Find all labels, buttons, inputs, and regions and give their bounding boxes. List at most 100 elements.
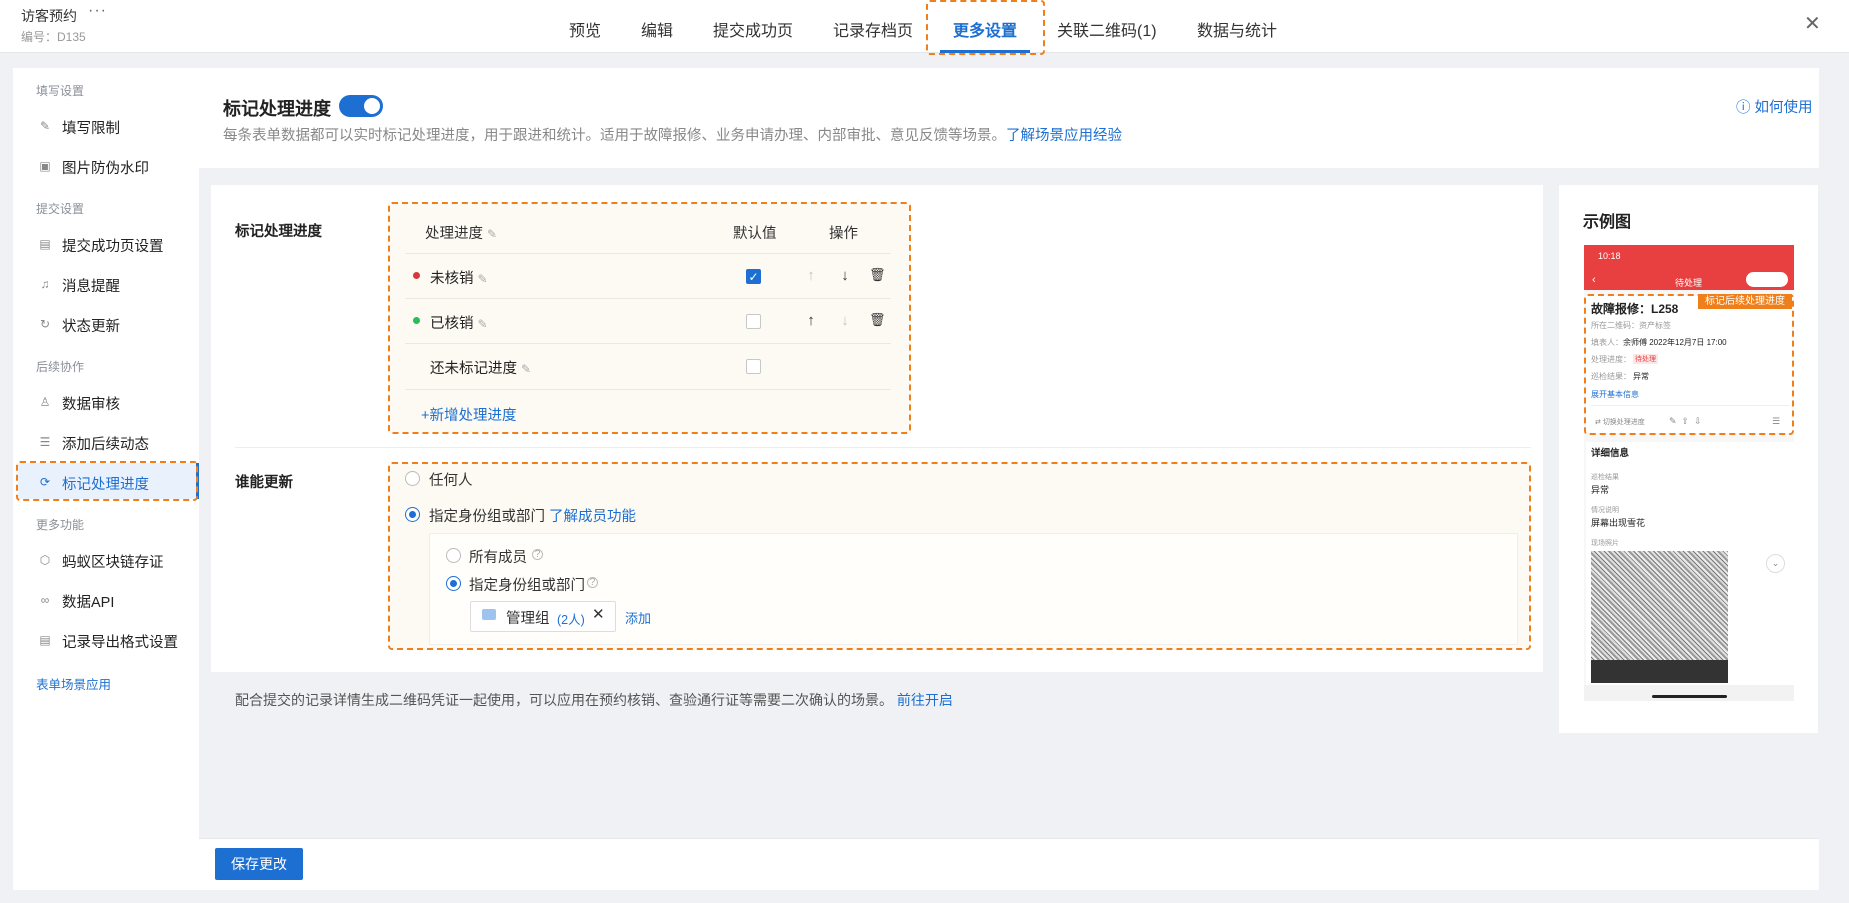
tab-edit[interactable]: 编辑 [641,17,673,41]
phone-time: 10:18 [1598,251,1621,261]
row-divider [405,343,891,344]
sidebar-item-export-format[interactable]: 记录导出格式设置 [62,631,178,652]
edit-icon: ✎ [39,119,51,133]
tab-record-archive[interactable]: 记录存档页 [833,17,913,41]
more-icon[interactable]: ··· [88,2,107,20]
pencil-icon[interactable]: ✎ [487,227,497,241]
sidebar-group-collab: 后续协作 [36,360,85,374]
sidebar-item-followup[interactable]: 添加后续动态 [62,433,149,454]
preview-result-label: 巡检结果： [1591,372,1631,381]
go-enable-link[interactable]: 前往开启 [897,692,953,708]
preview-card-title: 故障报修：L258 [1591,302,1679,316]
add-progress-button[interactable]: +新增处理进度 [421,404,516,425]
progress-row-name: 未核销 ✎ [430,271,488,287]
folder-icon [482,609,496,620]
sidebar-item-blockchain[interactable]: 蚂蚁区块链存证 [62,551,164,572]
page-icon: ▤ [39,237,51,251]
app-code: 编号：D135 [21,30,86,44]
sidebar-group-more: 更多功能 [36,518,85,532]
preview-f1-label: 巡检结果 [1591,474,1619,481]
sidebar-item-success-page[interactable]: 提交成功页设置 [62,235,164,256]
sidebar-item-api[interactable]: 数据API [62,591,114,612]
tab-preview[interactable]: 预览 [569,17,601,41]
tab-more-settings[interactable]: 更多设置 [953,17,1017,41]
sidebar-item-data-review[interactable]: 数据审核 [62,393,120,414]
image-icon: ▣ [39,159,51,173]
home-indicator [1652,695,1727,698]
trash-icon[interactable]: 🗑 [869,312,886,328]
learn-member-link[interactable]: 了解成员功能 [549,509,636,525]
preview-f3-label: 现场照片 [1591,540,1619,547]
preview-badge: 标记后续处理进度 [1698,294,1792,309]
default-checkbox[interactable]: ✓ [746,269,761,284]
bottom-bar [199,838,1819,890]
preview-filler: 填表人：余师傅 2022年12月7日 17:00 [1591,338,1727,347]
close-icon[interactable]: ✕ [1804,11,1821,36]
who-label: 谁能更新 [235,475,293,491]
app-title: 访客预约 [21,8,77,24]
group-tag-name: 管理组 [506,611,550,627]
page-title: 标记处理进度 [223,99,331,119]
save-button[interactable]: 保存更改 [215,848,303,880]
pencil-icon[interactable]: ✎ [478,317,488,331]
move-up-icon: ↑ [807,267,815,284]
sidebar-item-watermark[interactable]: 图片防伪水印 [62,157,149,178]
page-description: 每条表单数据都可以实时标记处理进度，用于跟进和统计。适用于故障报修、业务申请办理… [223,128,1122,144]
help-link[interactable]: ⓘ 如何使用 [1736,96,1813,117]
move-down-icon[interactable]: ↓ [837,267,853,284]
move-up-icon[interactable]: ↑ [803,312,819,329]
user-icon: ♙ [39,395,51,409]
tab-submit-success[interactable]: 提交成功页 [713,17,793,41]
bell-icon: ♫ [40,277,50,291]
sidebar-item-progress[interactable]: 标记处理进度 [62,473,149,494]
scene-experience-link[interactable]: 了解场景应用经验 [1006,128,1122,144]
sidebar-scene-link[interactable]: 表单场景应用 [36,674,111,693]
status-dot-green [413,317,420,324]
pencil-icon[interactable]: ✎ [521,362,531,376]
back-icon: ‹ [1592,274,1596,286]
phone-bottom [1584,685,1794,701]
sidebar-group-submit: 提交设置 [36,202,85,216]
radio-specified[interactable] [405,507,420,522]
add-group-link[interactable]: 添加 [625,608,651,627]
blockchain-icon: ⬡ [39,553,51,567]
phone-header-title: 待处理 [1675,278,1703,288]
remove-tag-icon[interactable]: ✕ [592,605,605,623]
sub-specified-label: 指定身份组或部门 [469,578,585,594]
progress-row-name: 还未标记进度 ✎ [430,361,532,377]
tab-linked-qrcode[interactable]: 关联二维码(1) [1057,17,1157,41]
preview-f2-value: 屏幕出现雪花 [1591,518,1646,528]
pencil-icon[interactable]: ✎ [478,272,488,286]
sidebar-item-fill-limit[interactable]: 填写限制 [62,117,120,138]
keyboard-photo [1591,660,1728,683]
row-divider [405,253,891,254]
progress-row-name: 已核销 ✎ [430,316,488,332]
section-divider [235,447,1531,448]
capsule-icon [1746,272,1788,287]
default-checkbox[interactable] [746,359,761,374]
group-tag-count: (2人) [557,613,585,627]
tab-data-stats[interactable]: 数据与统计 [1197,17,1277,41]
radio-all-members[interactable] [446,548,461,563]
status-dot-red [413,272,420,279]
radio-specified-group[interactable] [446,576,461,591]
sidebar-item-status-update[interactable]: 状态更新 [62,315,120,336]
preview-detail-title: 详细信息 [1591,448,1630,459]
move-down-icon: ↓ [841,312,849,329]
option-anyone-label: 任何人 [429,473,473,489]
preview-f2-label: 情况说明 [1591,507,1619,514]
default-checkbox[interactable] [746,314,761,329]
phone-divider [1591,405,1789,406]
radio-anyone[interactable] [405,471,420,486]
sidebar-item-notification[interactable]: 消息提醒 [62,275,120,296]
trash-icon[interactable]: 🗑 [869,267,886,283]
preview-result-value: 异常 [1633,372,1649,381]
preview-progress-badge: 待处理 [1633,354,1658,364]
column-default: 默认值 [733,226,777,242]
list-icon: ☰ [39,435,51,449]
option-specified-label: 指定身份组或部门 了解成员功能 [429,509,637,525]
sub-all-label: 所有成员 [469,550,527,566]
progress-toggle[interactable] [339,95,383,117]
active-tab-underline [940,50,1030,53]
phone-menu-icon: ☰ [1772,416,1781,426]
